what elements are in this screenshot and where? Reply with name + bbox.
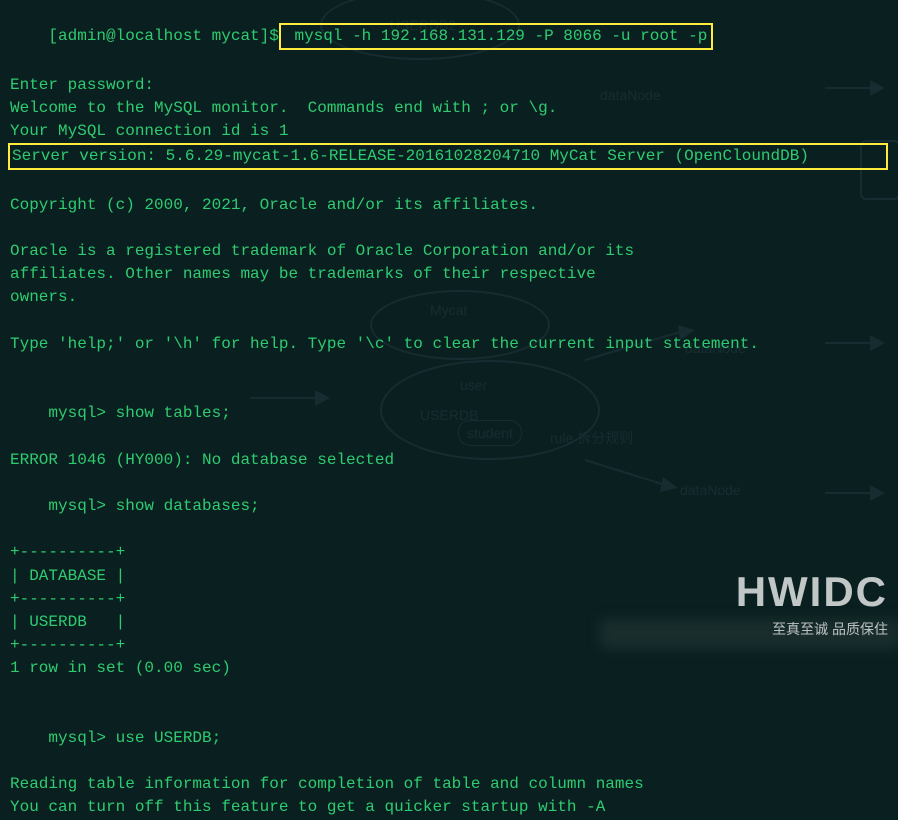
- welcome-line: Welcome to the MySQL monitor. Commands e…: [10, 97, 888, 120]
- connection-id-line: Your MySQL connection id is 1: [10, 120, 888, 143]
- use-userdb-command: use USERDB;: [106, 729, 221, 747]
- show-tables-command: show tables;: [106, 404, 231, 422]
- enter-password-line: Enter password:: [10, 74, 888, 97]
- reading-table-info-line: Reading table information for completion…: [10, 773, 888, 796]
- shell-prompt-symbol: $: [269, 27, 279, 45]
- show-databases-command: show databases;: [106, 497, 260, 515]
- mysql-use-userdb-line: mysql> use USERDB;: [10, 704, 888, 774]
- rows-in-set-line: 1 row in set (0.00 sec): [10, 657, 888, 680]
- trademark-line-2: affiliates. Other names may be trademark…: [10, 263, 888, 286]
- table-border-mid: +----------+: [10, 588, 888, 611]
- trademark-line-3: owners.: [10, 286, 888, 309]
- table-border-top: +----------+: [10, 541, 888, 564]
- mysql-prompt: mysql>: [48, 497, 106, 515]
- error-1046-line: ERROR 1046 (HY000): No database selected: [10, 449, 888, 472]
- table-header-row: | DATABASE |: [10, 565, 888, 588]
- shell-prompt-host: [admin@localhost mycat]: [48, 27, 269, 45]
- help-line: Type 'help;' or '\h' for help. Type '\c'…: [10, 333, 888, 356]
- terminal-output[interactable]: [admin@localhost mycat]$ mysql -h 192.16…: [0, 0, 898, 820]
- mysql-prompt: mysql>: [48, 404, 106, 422]
- highlighted-server-version: Server version: 5.6.29-mycat-1.6-RELEASE…: [8, 143, 888, 170]
- terminal-line-prompt: [admin@localhost mycat]$ mysql -h 192.16…: [10, 0, 888, 74]
- copyright-line: Copyright (c) 2000, 2021, Oracle and/or …: [10, 194, 888, 217]
- mysql-show-databases-line: mysql> show databases;: [10, 472, 888, 542]
- turn-off-feature-line: You can turn off this feature to get a q…: [10, 796, 888, 819]
- trademark-line-1: Oracle is a registered trademark of Orac…: [10, 240, 888, 263]
- mysql-show-tables-line: mysql> show tables;: [10, 379, 888, 449]
- mysql-prompt: mysql>: [48, 729, 106, 747]
- highlighted-mysql-command: mysql -h 192.168.131.129 -P 8066 -u root…: [279, 23, 713, 50]
- blurred-region: [600, 619, 898, 649]
